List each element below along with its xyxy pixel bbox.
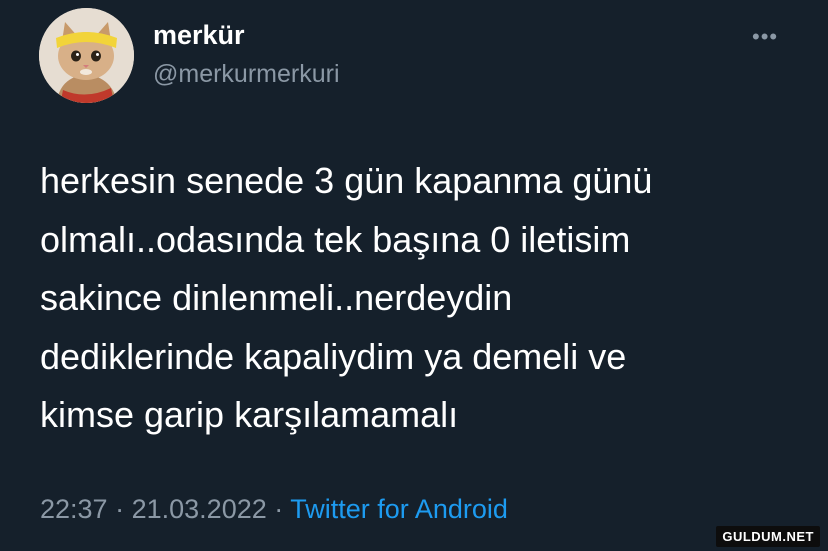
watermark: GULDUM.NET [716, 526, 820, 547]
user-handle[interactable]: @merkurmerkuri [153, 60, 340, 89]
tweet-source-link[interactable]: Twitter for Android [290, 494, 508, 524]
meta-separator: · [115, 494, 125, 524]
tweet-text-line: herkesin senede 3 gün kapanma günü [40, 160, 653, 201]
meta-separator: · [274, 494, 284, 524]
tweet-metadata: 22:37 · 21.03.2022 · Twitter for Android [40, 494, 508, 525]
display-name[interactable]: merkür [153, 20, 245, 51]
more-horizontal-icon[interactable]: ••• [752, 24, 778, 50]
tweet-date[interactable]: 21.03.2022 [132, 494, 267, 524]
tweet-text: herkesin senede 3 gün kapanma günü olmal… [40, 152, 800, 445]
tweet-text-line: olmalı..odasında tek başına 0 iletisim [40, 218, 631, 260]
avatar[interactable] [39, 8, 134, 103]
tweet-time[interactable]: 22:37 [40, 494, 108, 524]
cat-avatar-image [39, 8, 134, 103]
tweet-text-line: dediklerinde kapaliydim ya demeli ve [40, 335, 627, 377]
tweet-text-line: sakince dinlenmeli..nerdeydin [40, 277, 513, 318]
tweet-text-line: kimse garip karşılamamalı [40, 394, 459, 435]
